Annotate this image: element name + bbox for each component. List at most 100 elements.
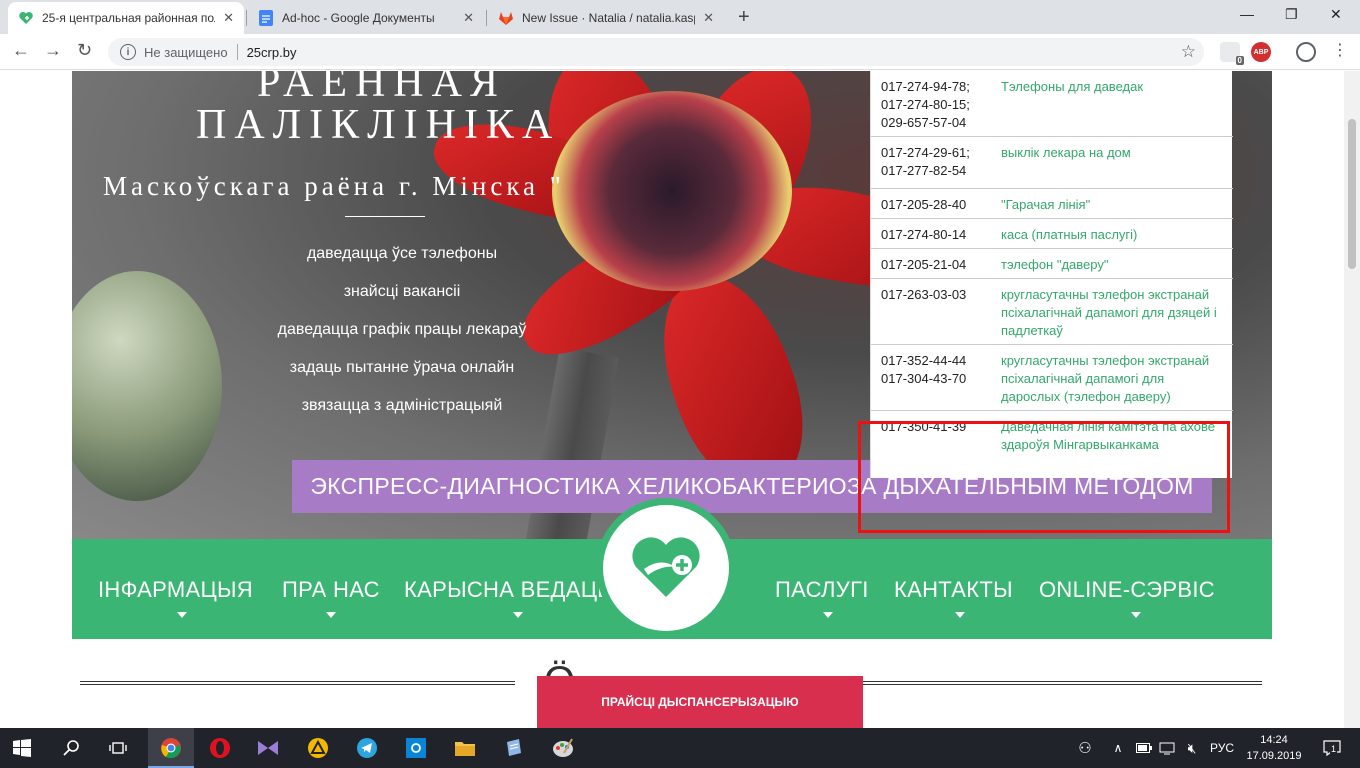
bookmark-star-icon[interactable]: ☆ [1181,42,1196,62]
phone-description[interactable]: кругласутачны тэлефон экстранай псіхалаг… [991,345,1233,410]
page-scrollbar[interactable] [1344,71,1360,728]
link-doctor-schedule[interactable]: даведацца графік працы лекараў [202,321,602,339]
tab-gitlab-issue[interactable]: New Issue · Natalia / natalia.kasp ✕ [488,2,724,34]
page-viewport: РАЁННАЯ ПАЛІКЛІНІКА Маскоўскага раёна г.… [0,71,1344,728]
telegram-icon[interactable] [355,736,379,760]
gitlab-icon [498,10,514,26]
phone-numbers[interactable]: 017-274-94-78; 017-274-80-15; 029-657-57… [871,71,991,136]
phone-description[interactable]: Даведачная лінія камітэта па ахове здаро… [991,411,1233,478]
network-icon[interactable] [1155,736,1179,760]
forward-arrow-icon[interactable]: → [44,40,62,61]
extension-icon[interactable]: 0 [1220,42,1244,65]
people-icon[interactable]: ⚇ [1073,736,1097,760]
clock-time: 14:24 [1260,734,1288,746]
phone-description[interactable]: выклік лекара на дом [991,137,1233,188]
link-vacancies[interactable]: знайсці вакансіі [202,283,602,301]
tab-title: Ad-hoc - Google Документы [282,11,435,25]
tab-title: New Issue · Natalia / natalia.kasp [522,11,696,25]
app-triangle-icon[interactable] [306,736,330,760]
clock[interactable]: 14:24 17.09.2019 [1246,732,1302,764]
chevron-down-icon [177,612,187,618]
phone-row: 017-274-29-61; 017-277-82-54 выклік лека… [871,137,1233,189]
tab-strip: 25-я центральная районная пол ✕ Ad-hoc -… [0,0,1360,34]
menu-information[interactable]: ІНФАРМАЦЫЯ [98,577,253,603]
paint-app-icon[interactable] [551,736,575,760]
windows-start-icon[interactable] [10,736,34,760]
chrome-icon[interactable] [159,736,183,760]
file-explorer-icon[interactable] [453,736,477,760]
minimize-button[interactable]: — [1240,6,1254,22]
phone-description[interactable]: Тэлефоны для даведак [991,71,1233,136]
task-view-icon[interactable] [106,736,130,760]
checkup-cta-button[interactable]: ПРАЙСЦІ ДЫСПАНСЕРЫЗАЦЫЮ [537,676,863,728]
menu-contacts[interactable]: КАНТАКТЫ [894,577,1013,603]
menu-useful-info[interactable]: КАРЫСНА ВЕДАЦЬ [404,577,604,603]
adblock-icon[interactable]: ABP [1251,42,1271,62]
phone-row: 017-352-44-44 017-304-43-70 кругласутачн… [871,345,1233,411]
phone-description[interactable]: "Гарачая лінія" [991,189,1233,218]
show-hidden-icons-chevron[interactable]: ∧ [1106,736,1130,760]
tab-title: 25-я центральная районная пол [42,11,216,25]
chevron-down-icon [513,612,523,618]
phone-row: 017-274-80-14 каса (платныя паслугі) [871,219,1233,249]
hero-subtitle: Маскоўскага раёна г. Мінска " [103,171,565,201]
phone-numbers[interactable]: 017-352-44-44 017-304-43-70 [871,345,991,410]
phone-row: 017-263-03-03 кругласутачны тэлефон экст… [871,279,1233,345]
clock-date: 17.09.2019 [1246,750,1302,762]
site-logo[interactable] [596,498,736,638]
notification-count: 1 [1330,744,1338,754]
visual-studio-icon[interactable] [256,736,280,760]
back-arrow-icon[interactable]: ← [12,40,30,61]
phone-numbers[interactable]: 017-263-03-03 [871,279,991,344]
url-text[interactable]: 25crp.by [247,45,297,60]
phone-row: 017-205-21-04 тэлефон "даверу" [871,249,1233,279]
title-divider [345,216,425,217]
phone-description[interactable]: тэлефон "даверу" [991,249,1233,278]
close-tab-icon[interactable]: ✕ [703,10,714,26]
notification-center-icon[interactable]: 1 [1320,736,1344,760]
chevron-down-icon [1131,612,1141,618]
chevron-down-icon [326,612,336,618]
link-all-phones[interactable]: даведацца ўсе тэлефоны [202,245,602,263]
tab-polyclinic[interactable]: 25-я центральная районная пол ✕ [8,2,244,34]
menu-about[interactable]: ПРА НАС [282,577,380,603]
restore-button[interactable]: ❐ [1285,6,1298,23]
new-tab-button[interactable]: + [738,6,750,29]
speaker-muted-icon[interactable]: 🔇︎ [1180,736,1204,760]
menu-online-service[interactable]: ONLINE-СЭРВІС [1039,577,1215,603]
phone-numbers[interactable]: 017-350-41-39 [871,411,991,478]
docs-icon [258,10,274,26]
phone-numbers[interactable]: 017-274-29-61; 017-277-82-54 [871,137,991,188]
menu-services[interactable]: ПАСЛУГІ [775,577,869,603]
battery-icon[interactable] [1132,736,1156,760]
chevron-down-icon [955,612,965,618]
phone-numbers[interactable]: 017-274-80-14 [871,219,991,248]
menu-kebab-icon[interactable]: ⋮ [1332,40,1348,60]
profile-icon[interactable] [1296,42,1316,62]
phone-description[interactable]: каса (платныя паслугі) [991,219,1233,248]
notes-app-icon[interactable] [502,736,526,760]
close-tab-icon[interactable]: ✕ [223,10,234,26]
security-status: Не защищено [144,44,228,60]
extension-badge: 0 [1235,56,1244,65]
phone-row: 017-350-41-39 Даведачная лінія камітэта … [871,411,1233,478]
tab-google-docs[interactable]: Ad-hoc - Google Документы ✕ [248,2,484,34]
link-contact-administration[interactable]: звязацца з адміністрацыяй [202,397,602,415]
info-icon[interactable]: i [120,44,136,60]
search-icon[interactable] [60,736,84,760]
reload-icon[interactable]: ↻ [77,40,92,61]
phone-numbers[interactable]: 017-205-28-40 [871,189,991,218]
input-language[interactable]: РУС [1210,741,1234,755]
phone-row: 017-205-28-40 "Гарачая лінія" [871,189,1233,219]
link-ask-doctor-online[interactable]: задаць пытанне ўрача онлайн [202,359,602,377]
section-divider-left [80,681,515,685]
phone-row: 017-274-94-78; 017-274-80-15; 029-657-57… [871,71,1233,137]
phone-numbers[interactable]: 017-205-21-04 [871,249,991,278]
opera-icon[interactable] [208,736,232,760]
camera-app-icon[interactable] [404,736,428,760]
close-window-button[interactable]: ✕ [1330,6,1342,23]
close-tab-icon[interactable]: ✕ [463,10,474,26]
hero-title-line2: ПАЛІКЛІНІКА [196,102,561,148]
phone-description[interactable]: кругласутачны тэлефон экстранай псіхалаг… [991,279,1233,344]
address-bar[interactable]: i Не защищено 25crp.by ☆ [108,38,1204,66]
